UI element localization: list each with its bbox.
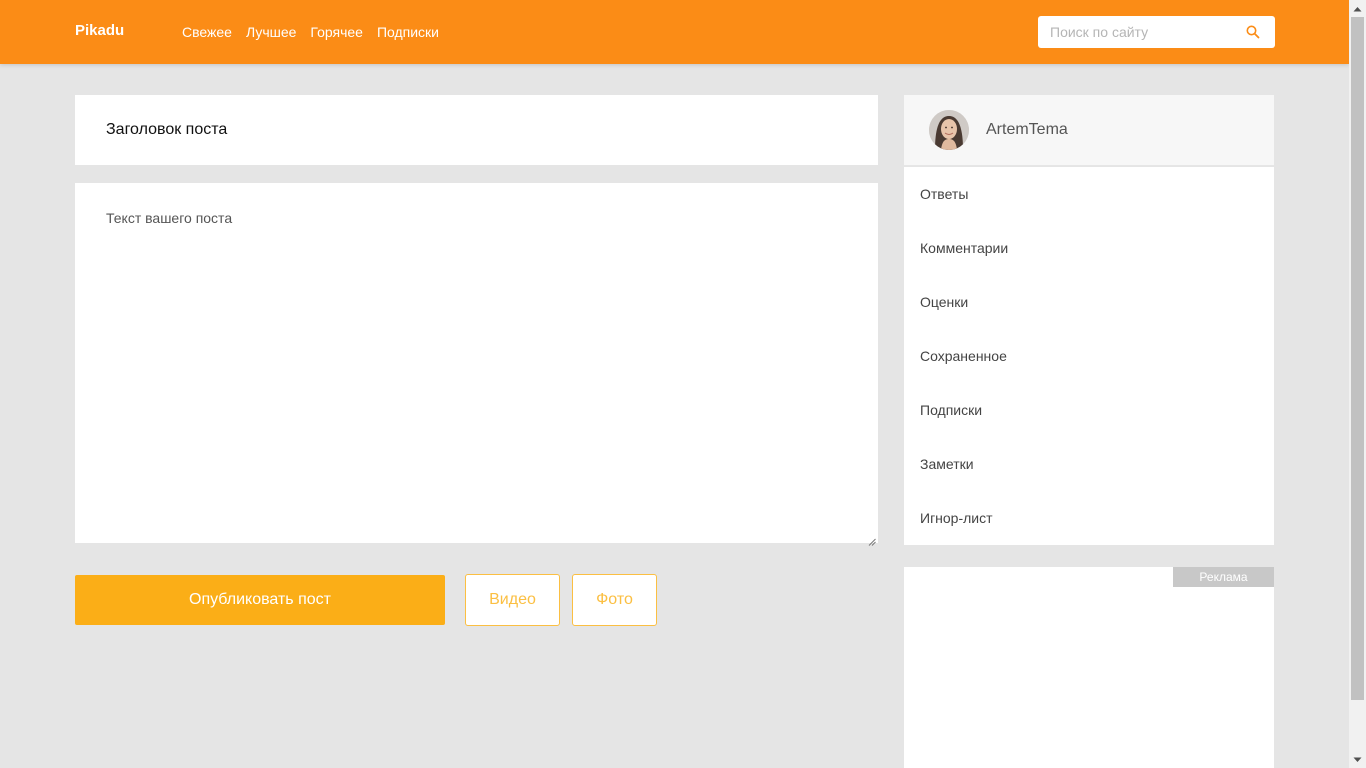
menu-item-comments[interactable]: Комментарии xyxy=(904,221,1274,275)
ad-block[interactable]: Реклама xyxy=(904,567,1274,768)
add-photo-button[interactable]: Фото xyxy=(572,574,657,626)
site-logo[interactable]: Pikadu xyxy=(75,22,124,39)
publish-post-button[interactable]: Опубликовать пост xyxy=(75,575,445,625)
menu-item-saved[interactable]: Сохраненное xyxy=(904,329,1274,383)
nav-fresh[interactable]: Свежее xyxy=(182,24,232,40)
post-title-panel xyxy=(75,95,878,165)
scroll-down-arrow-icon[interactable] xyxy=(1349,751,1366,768)
scrollbar-thumb[interactable] xyxy=(1351,17,1364,700)
user-profile-header: ArtemTema xyxy=(904,95,1274,166)
post-title-input[interactable] xyxy=(75,95,878,165)
menu-item-notes[interactable]: Заметки xyxy=(904,437,1274,491)
user-menu: Ответы Комментарии Оценки Сохраненное По… xyxy=(904,167,1274,545)
menu-item-answers[interactable]: Ответы xyxy=(904,167,1274,221)
user-avatar[interactable] xyxy=(929,110,969,150)
post-text-panel xyxy=(75,183,878,546)
search-icon[interactable] xyxy=(1245,24,1261,40)
page-scrollbar[interactable] xyxy=(1349,0,1366,768)
scroll-up-arrow-icon[interactable] xyxy=(1349,0,1366,17)
search-box xyxy=(1038,16,1275,48)
post-text-input[interactable] xyxy=(75,183,878,543)
resize-grip-icon[interactable] xyxy=(868,533,876,546)
username[interactable]: ArtemTema xyxy=(986,121,1068,139)
add-video-button[interactable]: Видео xyxy=(465,574,560,626)
ad-label: Реклама xyxy=(1173,567,1274,587)
menu-item-ratings[interactable]: Оценки xyxy=(904,275,1274,329)
main-nav: Свежее Лучшее Горячее Подписки xyxy=(182,24,439,40)
nav-hot[interactable]: Горячее xyxy=(310,24,363,40)
top-header: Pikadu Свежее Лучшее Горячее Подписки xyxy=(0,0,1349,64)
nav-subscriptions[interactable]: Подписки xyxy=(377,24,439,40)
menu-item-subscriptions[interactable]: Подписки xyxy=(904,383,1274,437)
search-input[interactable] xyxy=(1038,16,1238,48)
menu-item-ignore-list[interactable]: Игнор-лист xyxy=(904,491,1274,545)
nav-best[interactable]: Лучшее xyxy=(246,24,296,40)
